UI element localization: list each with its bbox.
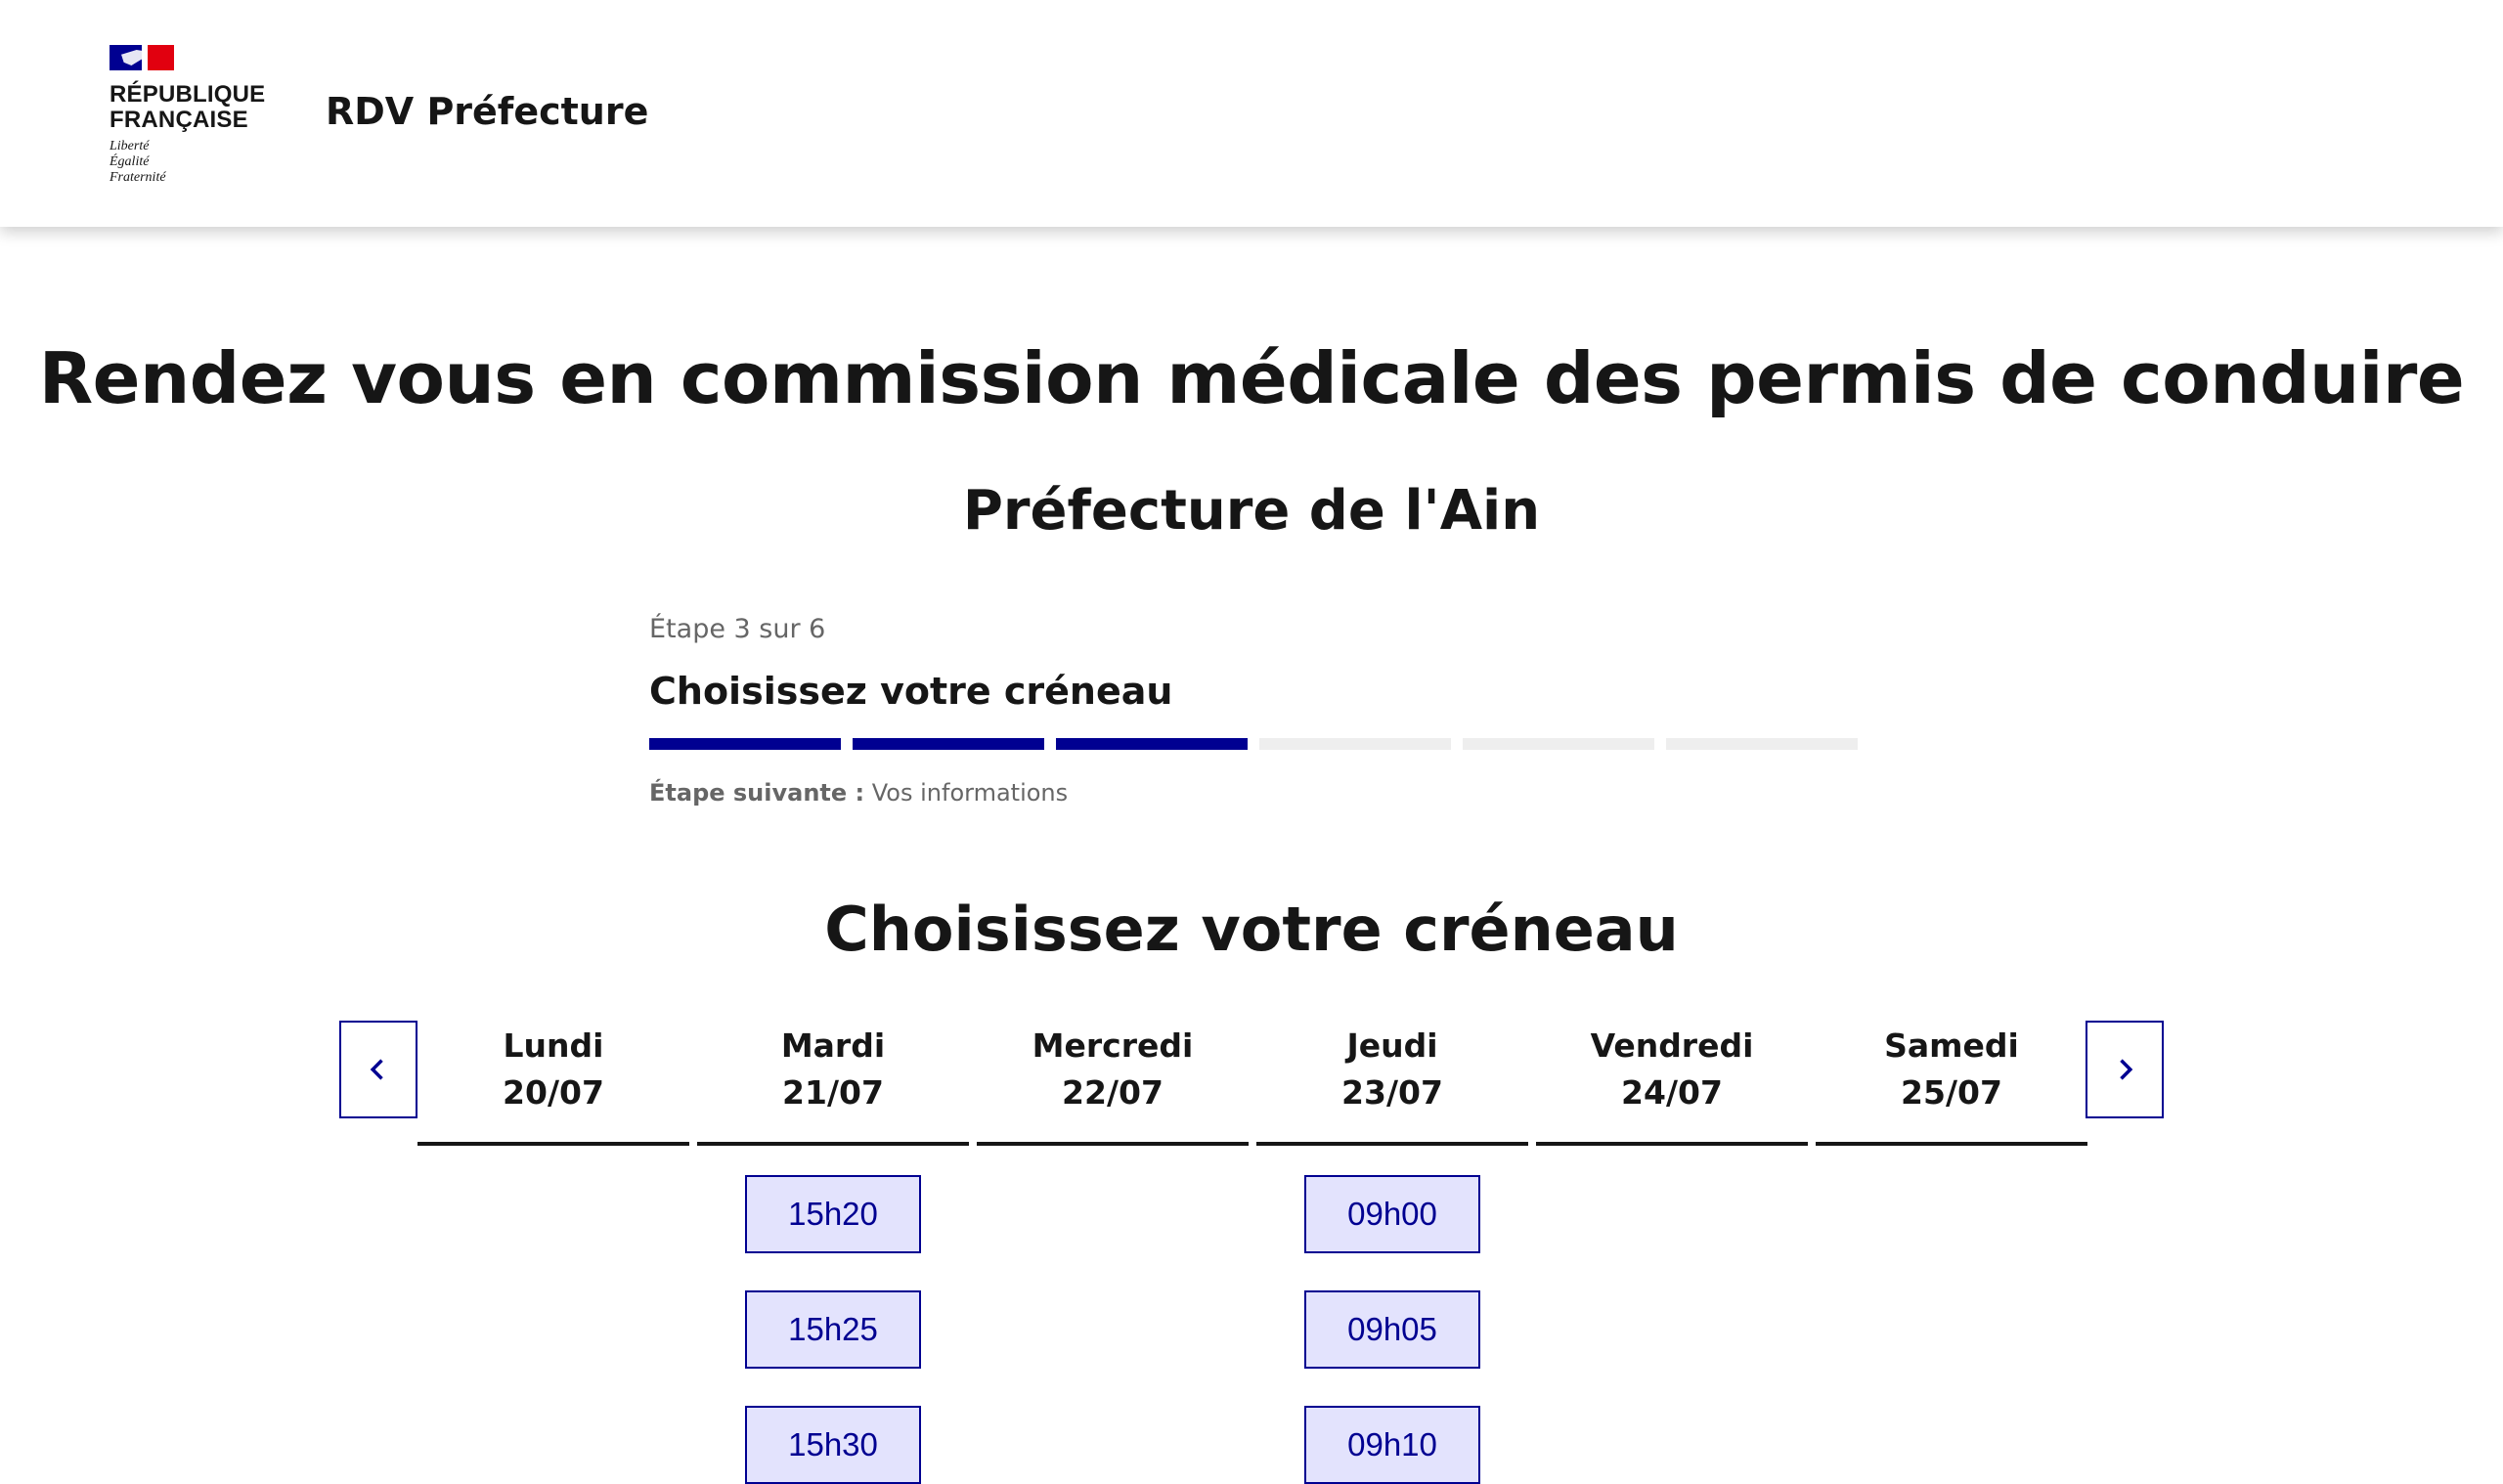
logo-line-2: FRANÇAISE	[110, 107, 248, 133]
marianne-flag-icon	[110, 45, 174, 70]
step-bar	[853, 738, 1044, 750]
time-slot-button[interactable]: 09h10	[1304, 1406, 1480, 1484]
page-title: Rendez vous en commission médicale des p…	[38, 337, 2465, 419]
day-column: Lundi 20/07	[417, 1021, 689, 1175]
day-date: 23/07	[1341, 1073, 1443, 1112]
day-header: Vendredi 24/07	[1536, 1021, 1808, 1148]
day-date: 21/07	[782, 1073, 884, 1112]
day-divider	[417, 1142, 689, 1146]
time-slot-button[interactable]: 15h20	[745, 1175, 921, 1253]
site-title-link[interactable]: RDV Préfecture	[326, 90, 648, 133]
site-header: RÉPUBLIQUE FRANÇAISE Liberté Égalité Fra…	[0, 0, 2503, 227]
day-divider	[977, 1142, 1249, 1146]
day-header: Jeudi 23/07	[1256, 1021, 1528, 1148]
day-name: Lundi	[503, 1026, 604, 1065]
day-date: 25/07	[1901, 1073, 2002, 1112]
logo-text: RÉPUBLIQUE FRANÇAISE	[110, 82, 276, 133]
devise-liberte: Liberté	[110, 139, 150, 153]
step-title: Choisissez votre créneau	[649, 670, 1173, 713]
time-slot-button[interactable]: 09h05	[1304, 1290, 1480, 1369]
step-bar	[1056, 738, 1248, 750]
day-header: Mercredi 22/07	[977, 1021, 1249, 1148]
devise-egalite: Égalité	[110, 154, 150, 169]
day-column: Mardi 21/07 15h20 15h25 15h30	[697, 1021, 969, 1484]
time-slot-button[interactable]: 09h00	[1304, 1175, 1480, 1253]
day-date: 20/07	[503, 1073, 604, 1112]
next-week-button[interactable]	[2086, 1021, 2164, 1118]
slot-list: 09h00 09h05 09h10	[1256, 1175, 1528, 1484]
day-date: 24/07	[1621, 1073, 1723, 1112]
day-name: Vendredi	[1590, 1026, 1754, 1065]
chevron-left-icon	[370, 1059, 383, 1080]
step-bar	[649, 738, 841, 750]
day-column: Samedi 25/07	[1816, 1021, 2087, 1175]
logo-line-1: RÉPUBLIQUE	[110, 81, 266, 108]
time-slot-button[interactable]: 15h30	[745, 1406, 921, 1484]
day-header: Samedi 25/07	[1816, 1021, 2087, 1148]
day-column: Vendredi 24/07	[1536, 1021, 1808, 1175]
step-bar	[1463, 738, 1654, 750]
republique-francaise-logo[interactable]: RÉPUBLIQUE FRANÇAISE Liberté Égalité Fra…	[110, 45, 276, 186]
day-column: Jeudi 23/07 09h00 09h05 09h10	[1256, 1021, 1528, 1484]
next-step-value: Vos informations	[871, 779, 1069, 807]
day-header: Lundi 20/07	[417, 1021, 689, 1148]
slot-list: 15h20 15h25 15h30	[697, 1175, 969, 1484]
prefecture-title: Préfecture de l'Ain	[962, 479, 1541, 543]
devise-fraternite: Fraternité	[110, 170, 166, 185]
day-date: 22/07	[1062, 1073, 1164, 1112]
devise: Liberté Égalité Fraternité	[110, 139, 276, 186]
day-header: Mardi 21/07	[697, 1021, 969, 1148]
day-name: Jeudi	[1346, 1026, 1438, 1065]
day-divider	[1816, 1142, 2087, 1146]
day-name: Mercredi	[1032, 1026, 1194, 1065]
step-bar	[1259, 738, 1451, 750]
day-column: Mercredi 22/07	[977, 1021, 1249, 1175]
day-name: Mardi	[780, 1026, 886, 1065]
time-slot-button[interactable]: 15h25	[745, 1290, 921, 1369]
previous-week-button[interactable]	[339, 1021, 417, 1118]
day-name: Samedi	[1884, 1026, 2019, 1065]
next-step: Étape suivante : Vos informations	[649, 779, 1858, 807]
next-step-label: Étape suivante :	[649, 779, 865, 807]
step-count: Étape 3 sur 6	[649, 614, 826, 644]
chevron-right-icon	[2120, 1059, 2133, 1080]
day-divider	[697, 1142, 969, 1146]
calendar-title: Choisissez votre créneau	[824, 894, 1679, 965]
day-divider	[1536, 1142, 1808, 1146]
step-bar	[1666, 738, 1858, 750]
day-divider	[1256, 1142, 1528, 1146]
stepper: Étape 3 sur 6 Choisissez votre créneau É…	[649, 614, 1858, 807]
step-progress-bars	[649, 738, 1858, 750]
